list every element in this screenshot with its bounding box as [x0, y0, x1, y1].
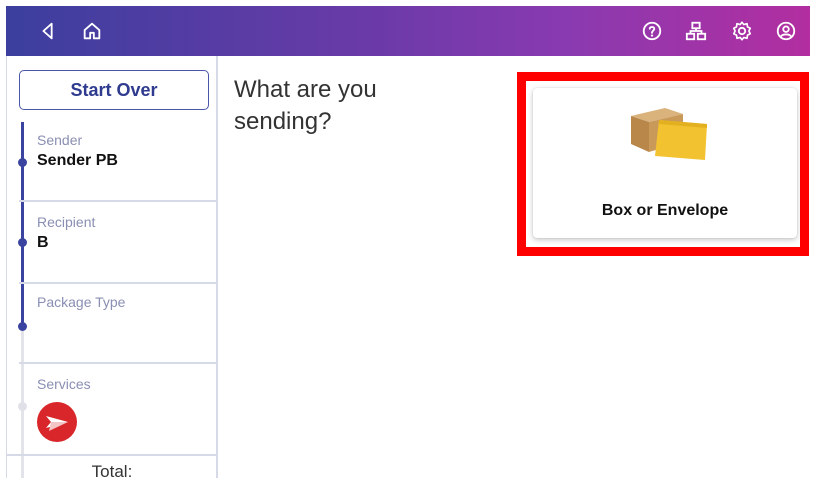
step-dot: [18, 322, 27, 331]
step-value: Sender PB: [37, 152, 118, 169]
step-package-type[interactable]: Package Type: [18, 284, 217, 364]
step-value: B: [37, 234, 49, 251]
step-label: Sender: [37, 132, 83, 148]
settings-icon[interactable]: [730, 19, 754, 43]
step-label: Services: [37, 376, 91, 392]
step-label: Package Type: [37, 294, 126, 310]
step-dot: [18, 158, 27, 167]
page-title: What are you sending?: [234, 76, 377, 135]
step-dot: [18, 238, 27, 247]
step-dot: [18, 402, 27, 411]
start-over-button[interactable]: Start Over: [19, 70, 209, 110]
step-recipient[interactable]: Recipient B: [18, 204, 217, 284]
top-bar: [6, 6, 810, 56]
step-services[interactable]: Services: [18, 366, 217, 446]
step-label: Recipient: [37, 214, 96, 230]
account-icon[interactable]: [774, 19, 798, 43]
total-label: Total:: [7, 454, 217, 478]
package-icon: [631, 108, 707, 160]
network-icon[interactable]: [684, 19, 708, 43]
sidebar: Start Over Sender Sender PB Recipient B …: [6, 56, 218, 478]
box-or-envelope-option[interactable]: Box or Envelope: [533, 88, 797, 238]
home-icon[interactable]: [80, 19, 104, 43]
step-sender[interactable]: Sender Sender PB: [18, 122, 217, 202]
option-label: Box or Envelope: [601, 202, 729, 219]
canada-post-logo-icon: [37, 402, 77, 442]
back-icon[interactable]: [36, 19, 60, 43]
help-icon[interactable]: [640, 19, 664, 43]
